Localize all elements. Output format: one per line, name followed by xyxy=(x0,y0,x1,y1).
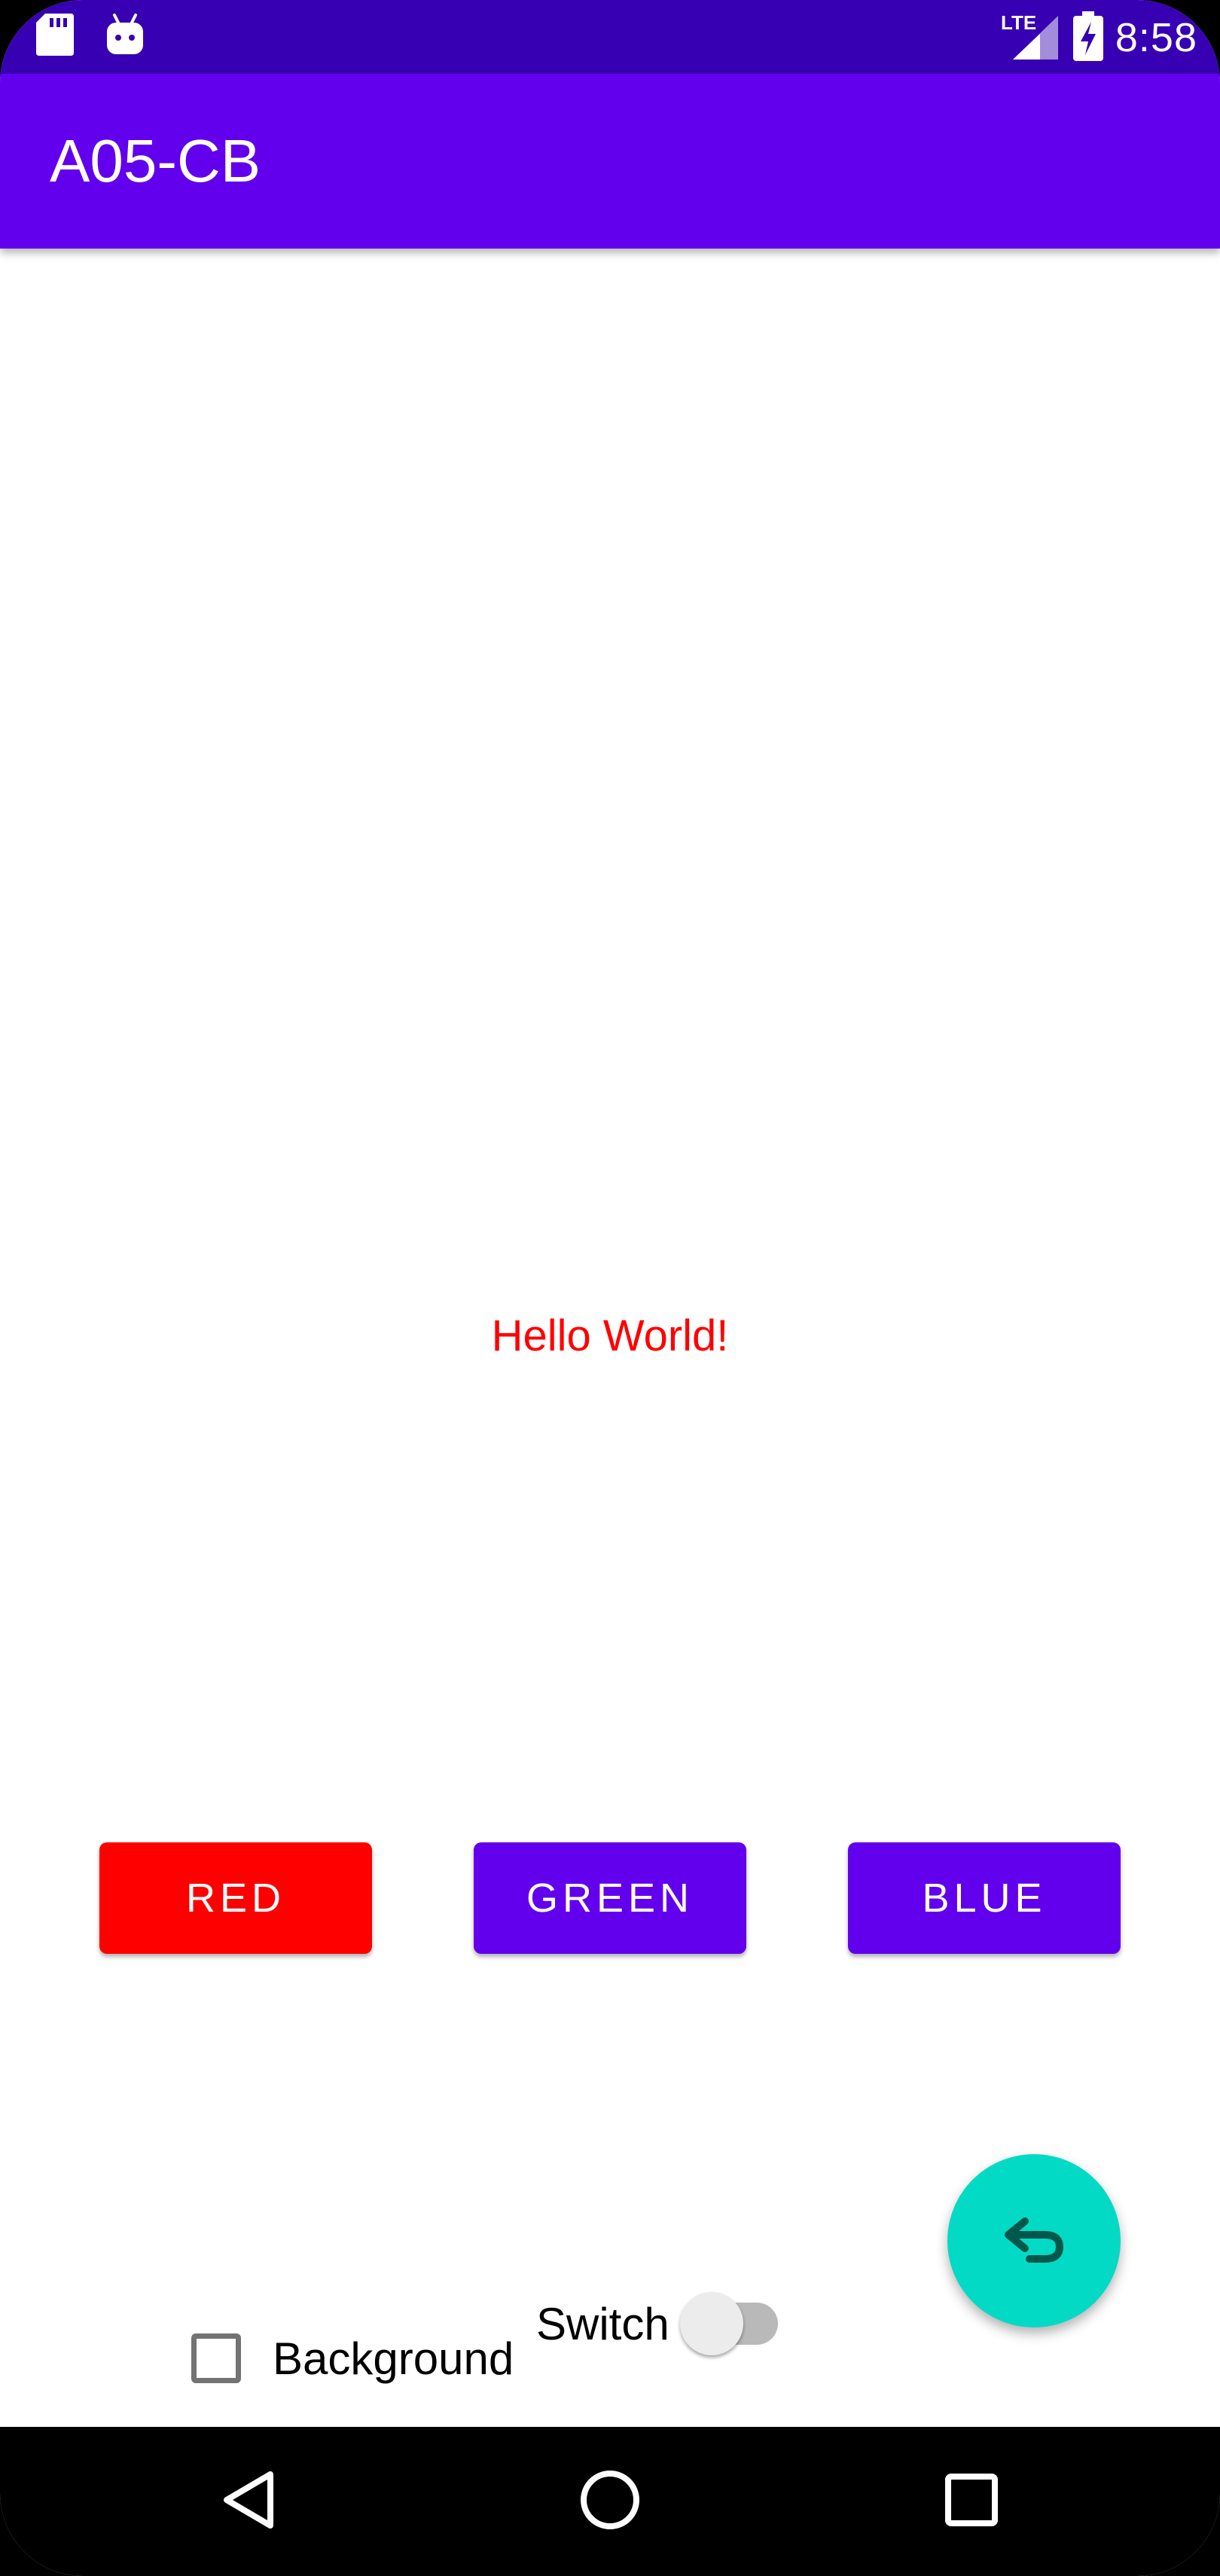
lte-signal-icon: LTE xyxy=(1001,10,1061,66)
android-icon xyxy=(105,12,145,61)
navigation-bar xyxy=(0,2427,1220,2576)
recents-button[interactable] xyxy=(896,2427,1047,2576)
back-button[interactable] xyxy=(173,2427,324,2576)
status-left xyxy=(35,12,145,60)
background-checkbox[interactable]: Background xyxy=(191,2327,514,2389)
recents-icon xyxy=(944,2472,999,2532)
app-bar: A05-CB xyxy=(0,74,1220,249)
status-bar: LTE 8:58 xyxy=(0,0,1220,74)
status-time: 8:58 xyxy=(1115,15,1197,60)
phone-screen: LTE 8:58 A05-CB Hello World! RED GREEN B… xyxy=(0,0,1220,2576)
green-button[interactable]: GREEN xyxy=(474,1842,746,1954)
network-type-label: LTE xyxy=(1001,11,1036,34)
checkbox-box[interactable] xyxy=(191,2333,241,2383)
battery-charging-icon xyxy=(1072,11,1103,65)
app-title: A05-CB xyxy=(50,127,261,194)
switch-toggle[interactable] xyxy=(679,2292,779,2355)
status-right: LTE 8:58 xyxy=(1001,6,1197,69)
sd-card-icon xyxy=(35,12,75,61)
back-icon xyxy=(221,2470,276,2534)
undo-icon xyxy=(1002,2215,1066,2267)
switch-label: Switch xyxy=(536,2298,669,2349)
hello-text: Hello World! xyxy=(491,1311,729,1360)
home-icon xyxy=(578,2468,642,2535)
red-button[interactable]: RED xyxy=(99,1842,372,1954)
blue-button[interactable]: BLUE xyxy=(848,1842,1121,1954)
checkbox-label: Background xyxy=(273,2333,514,2384)
home-button[interactable] xyxy=(535,2427,685,2576)
switch-control[interactable]: Switch xyxy=(536,2290,779,2358)
switch-thumb[interactable] xyxy=(679,2292,743,2355)
undo-fab[interactable] xyxy=(947,2154,1121,2327)
